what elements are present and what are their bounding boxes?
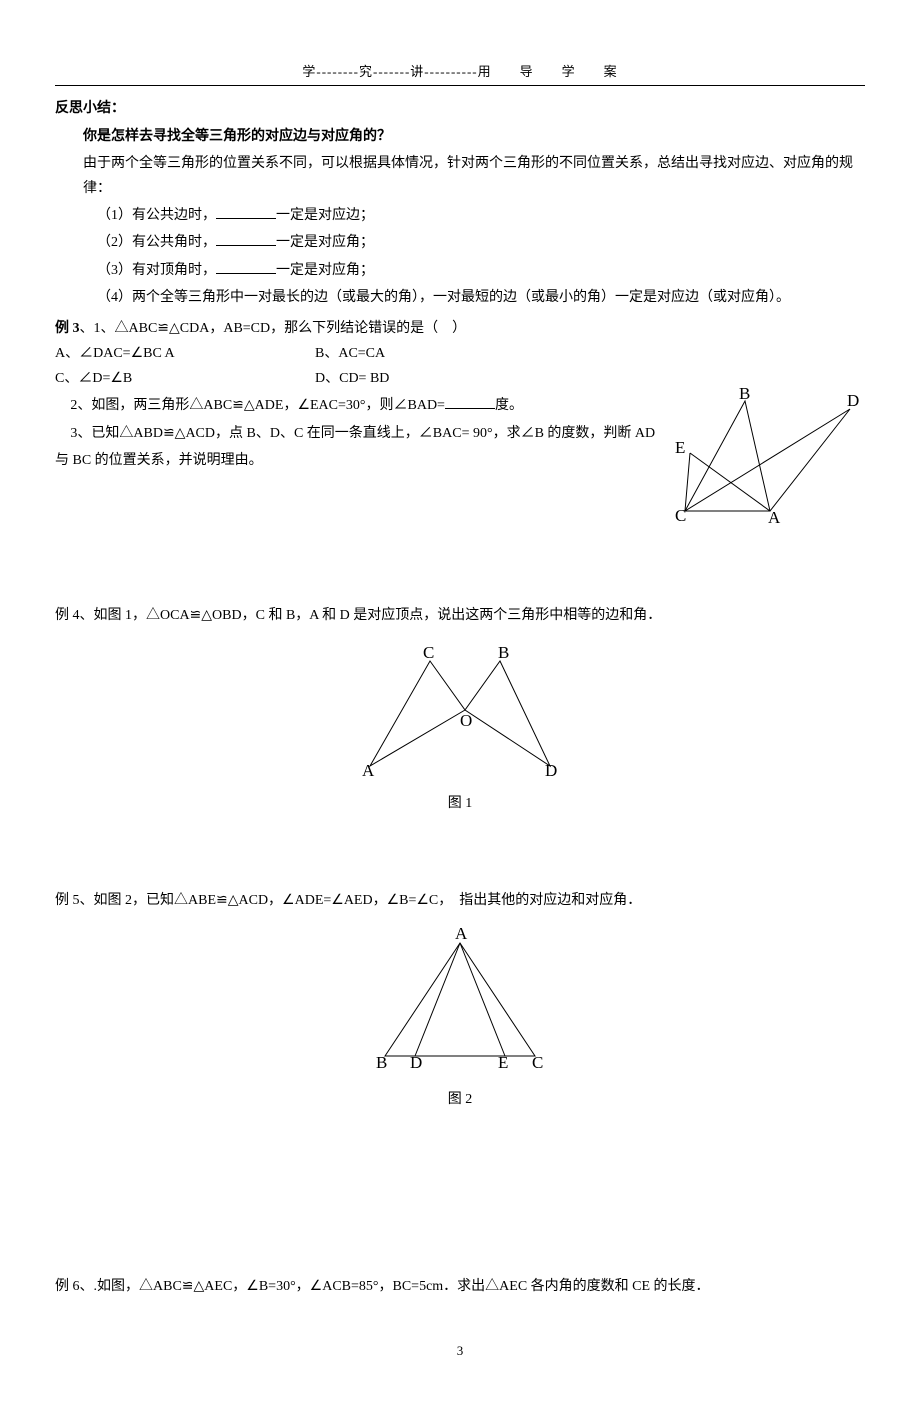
page-header: 学--------究-------讲----------用 导 学 案	[55, 60, 865, 86]
fig2-b: B	[376, 1053, 387, 1072]
fig1-b: B	[498, 643, 509, 662]
fig2-a: A	[455, 924, 468, 943]
fig1-c: C	[423, 643, 434, 662]
q2-suffix: 度。	[495, 398, 523, 413]
figure-q2-q3: C A B D E	[665, 391, 865, 530]
fig1-d: D	[545, 761, 557, 780]
rule-1-prefix: （1）有公共边时，	[97, 208, 216, 223]
fig1-a: A	[362, 761, 375, 780]
label-c: C	[675, 506, 686, 525]
figure-2-icon: A B D E C	[370, 931, 550, 1071]
fig1-o: O	[460, 711, 472, 730]
example-6: 例 6、.如图，△ABC≌△AEC，∠B=30°，∠ACB=85°，BC=5cm…	[55, 1274, 865, 1299]
options-row-1: A、∠DAC=∠BC A B、AC=CA	[55, 341, 865, 366]
option-c: C、∠D=∠B	[55, 366, 315, 391]
page-number: 3	[55, 1339, 865, 1362]
figure-2: A B D E C	[55, 931, 865, 1080]
rule-3-suffix: 一定是对应角；	[276, 263, 374, 278]
fig2-e: E	[498, 1053, 508, 1072]
rule-3: （3）有对顶角时， 一定是对应角；	[97, 258, 865, 283]
example-5: 例 5、如图 2，已知△ABE≌△ACD，∠ADE=∠AED，∠B=∠C， 指出…	[55, 888, 865, 913]
triangle-diagram-icon: C A B D E	[665, 391, 865, 521]
option-d: D、CD= BD	[315, 366, 515, 391]
example-4: 例 4、如图 1，△OCA≌△OBD，C 和 B，A 和 D 是对应顶点，说出这…	[55, 603, 865, 628]
rule-1: （1）有公共边时， 一定是对应边；	[97, 203, 865, 228]
blank-3[interactable]	[216, 260, 276, 274]
rule-1-suffix: 一定是对应边；	[276, 208, 374, 223]
rule-2-suffix: 一定是对应角；	[276, 235, 374, 250]
reflection-heading: 反思小结：	[55, 96, 865, 121]
figure-1-label: 图 1	[55, 791, 865, 816]
rule-3-prefix: （3）有对顶角时，	[97, 263, 216, 278]
blank-q2[interactable]	[445, 395, 495, 409]
label-a: A	[768, 508, 781, 527]
q2-prefix: 2、如图，两三角形△ABC≌△ADE，∠EAC=30°，则∠BAD=	[70, 398, 445, 413]
figure-1-icon: A D C B O	[350, 646, 570, 776]
figure-2-label: 图 2	[55, 1087, 865, 1112]
intro-text: 由于两个全等三角形的位置关系不同，可以根据具体情况，针对两个三角形的不同位置关系…	[83, 151, 865, 201]
example-3-q1: 、1、△ABC≌△CDA，AB=CD，那么下列结论错误的是（ ）	[80, 321, 467, 336]
figure-1: A D C B O	[55, 646, 865, 785]
question-title: 你是怎样去寻找全等三角形的对应边与对应角的？	[83, 124, 865, 149]
rule-4: （4）两个全等三角形中一对最长的边（或最大的角），一对最短的边（或最小的角）一定…	[97, 285, 865, 310]
blank-2[interactable]	[216, 232, 276, 246]
fig2-d: D	[410, 1053, 422, 1072]
label-d: D	[847, 391, 859, 410]
example-3-head: 例 3	[55, 321, 80, 336]
fig2-c: C	[532, 1053, 543, 1072]
option-a: A、∠DAC=∠BC A	[55, 341, 315, 366]
label-e: E	[675, 438, 685, 457]
option-b: B、AC=CA	[315, 341, 515, 366]
rule-2-prefix: （2）有公共角时，	[97, 235, 216, 250]
blank-1[interactable]	[216, 205, 276, 219]
rule-2: （2）有公共角时， 一定是对应角；	[97, 230, 865, 255]
label-b: B	[739, 384, 750, 403]
